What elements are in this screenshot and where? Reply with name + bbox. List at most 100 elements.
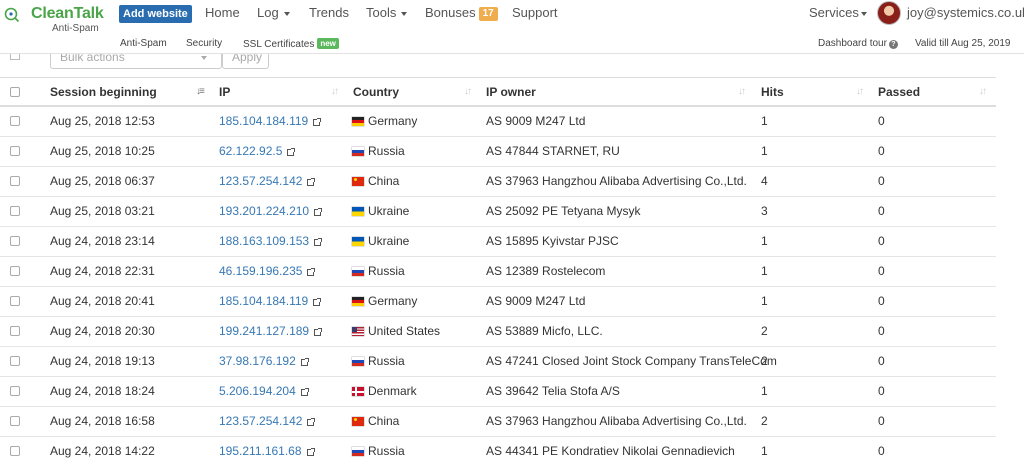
sort-icon[interactable]: ↓↑ — [331, 78, 339, 106]
row-checkbox[interactable] — [10, 236, 20, 246]
sort-icon[interactable]: ↓↑ — [979, 78, 987, 106]
external-link-icon[interactable] — [313, 118, 322, 126]
country-flag-icon — [352, 297, 364, 306]
ip-link[interactable]: 46.159.196.235 — [219, 264, 302, 278]
subnav-security[interactable]: Security — [186, 38, 222, 49]
external-link-icon[interactable] — [307, 268, 316, 276]
row-checkbox[interactable] — [10, 206, 20, 216]
ip-link[interactable]: 185.104.184.119 — [219, 114, 308, 128]
ip-owner-cell: AS 53889 Micfo, LLC. — [486, 324, 603, 338]
row-checkbox[interactable] — [10, 296, 20, 306]
dashboard-tour-link[interactable]: Dashboard tour? — [818, 38, 898, 49]
ip-cell: 5.206.194.204 — [219, 377, 309, 406]
sort-icon[interactable]: ↓↑ — [738, 78, 746, 106]
external-link-icon[interactable] — [306, 448, 315, 456]
nav-tools[interactable]: Tools — [366, 0, 408, 28]
nav-services[interactable]: Services — [809, 0, 867, 28]
add-website-button[interactable]: Add website — [119, 5, 192, 23]
ip-link[interactable]: 5.206.194.204 — [219, 384, 296, 398]
nav-trends[interactable]: Trends — [309, 0, 349, 28]
ip-link[interactable]: 123.57.254.142 — [219, 174, 302, 188]
nav-home[interactable]: Home — [205, 0, 240, 28]
user-email[interactable]: joy@systemics.co.uk — [907, 0, 1024, 28]
row-checkbox[interactable] — [10, 116, 20, 126]
hits-cell: 4 — [761, 174, 768, 188]
sort-icon[interactable]: ↓↑ — [856, 78, 864, 106]
ip-owner-cell: AS 25092 PE Tetyana Mysyk — [486, 204, 641, 218]
table-row: Aug 25, 2018 10:25 62.122.92.5 Russia AS 47… — [0, 137, 996, 167]
country-cell: China — [352, 167, 399, 196]
nav-support[interactable]: Support — [512, 0, 558, 28]
header-ip-owner[interactable]: IP owner — [486, 78, 536, 106]
country-name: Russia — [368, 144, 405, 158]
header-passed[interactable]: Passed — [878, 78, 920, 106]
apply-button[interactable]: Apply — [222, 54, 269, 69]
passed-cell: 0 — [878, 174, 885, 188]
nav-bonuses[interactable]: Bonuses 17 — [425, 0, 498, 28]
header-country[interactable]: Country — [353, 78, 399, 106]
header-hits[interactable]: Hits — [761, 78, 784, 106]
ip-link[interactable]: 62.122.92.5 — [219, 144, 282, 158]
row-checkbox[interactable] — [10, 416, 20, 426]
country-name: Russia — [368, 354, 405, 368]
select-all-checkbox[interactable] — [10, 87, 20, 97]
user-avatar[interactable] — [877, 1, 901, 25]
ip-link[interactable]: 193.201.224.210 — [219, 204, 309, 218]
chevron-down-icon — [283, 11, 290, 16]
passed-cell: 0 — [878, 144, 885, 158]
country-flag-icon — [352, 387, 364, 396]
row-checkbox[interactable] — [10, 326, 20, 336]
session-beginning-cell: Aug 24, 2018 22:31 — [50, 264, 155, 278]
country-flag-icon — [352, 417, 364, 426]
header-session-beginning[interactable]: Session beginning — [50, 78, 157, 106]
country-cell: Russia — [352, 257, 405, 286]
row-checkbox[interactable] — [10, 356, 20, 366]
cleantalk-logo[interactable]: CleanTalk Anti-Spam — [4, 5, 114, 35]
external-link-icon[interactable] — [314, 208, 323, 216]
country-cell: China — [352, 407, 399, 436]
session-beginning-cell: Aug 25, 2018 10:25 — [50, 144, 155, 158]
ip-link[interactable]: 188.163.109.153 — [219, 234, 309, 248]
bonuses-count-badge: 17 — [478, 7, 498, 21]
ip-owner-cell: AS 47241 Closed Joint Stock Company Tran… — [486, 354, 777, 368]
country-cell: Russia — [352, 137, 405, 166]
country-cell: Ukraine — [352, 227, 409, 256]
external-link-icon[interactable] — [314, 238, 323, 246]
ip-link[interactable]: 199.241.127.189 — [219, 324, 309, 338]
bulk-actions-select[interactable]: Bulk actions — [50, 54, 222, 69]
hits-cell: 2 — [761, 414, 768, 428]
session-beginning-cell: Aug 25, 2018 06:37 — [50, 174, 155, 188]
ip-link[interactable]: 185.104.184.119 — [219, 294, 308, 308]
country-flag-icon — [352, 327, 364, 336]
bulk-select-all-checkbox[interactable] — [10, 54, 20, 60]
external-link-icon[interactable] — [300, 388, 309, 396]
ip-cell: 188.163.109.153 — [219, 227, 323, 256]
external-link-icon[interactable] — [300, 358, 309, 366]
sort-desc-icon[interactable]: ↓≡ — [196, 78, 205, 106]
header-ip[interactable]: IP — [219, 78, 230, 106]
subnav-ssl-certificates[interactable]: SSL Certificates new — [243, 38, 339, 50]
row-checkbox[interactable] — [10, 146, 20, 156]
logo-name: CleanTalk — [31, 5, 104, 22]
ip-link[interactable]: 37.98.176.192 — [219, 354, 296, 368]
row-checkbox[interactable] — [10, 386, 20, 396]
nav-log[interactable]: Log — [257, 0, 290, 28]
external-link-icon[interactable] — [307, 178, 316, 186]
ip-link[interactable]: 195.211.161.68 — [219, 444, 302, 458]
country-name: United States — [368, 324, 441, 338]
sort-icon[interactable]: ↓↑ — [464, 78, 472, 106]
external-link-icon[interactable] — [287, 148, 296, 156]
external-link-icon[interactable] — [313, 298, 322, 306]
country-name: Ukraine — [368, 204, 410, 218]
external-link-icon[interactable] — [314, 328, 323, 336]
hits-cell: 1 — [761, 264, 768, 278]
country-flag-icon — [352, 267, 364, 276]
session-beginning-cell: Aug 25, 2018 03:21 — [50, 204, 155, 218]
ip-link[interactable]: 123.57.254.142 — [219, 414, 302, 428]
external-link-icon[interactable] — [307, 418, 316, 426]
table-row: Aug 25, 2018 06:37 123.57.254.142 China AS … — [0, 167, 996, 197]
row-checkbox[interactable] — [10, 176, 20, 186]
subnav-anti-spam[interactable]: Anti-Spam — [120, 38, 167, 49]
row-checkbox[interactable] — [10, 266, 20, 276]
row-checkbox[interactable] — [10, 446, 20, 456]
